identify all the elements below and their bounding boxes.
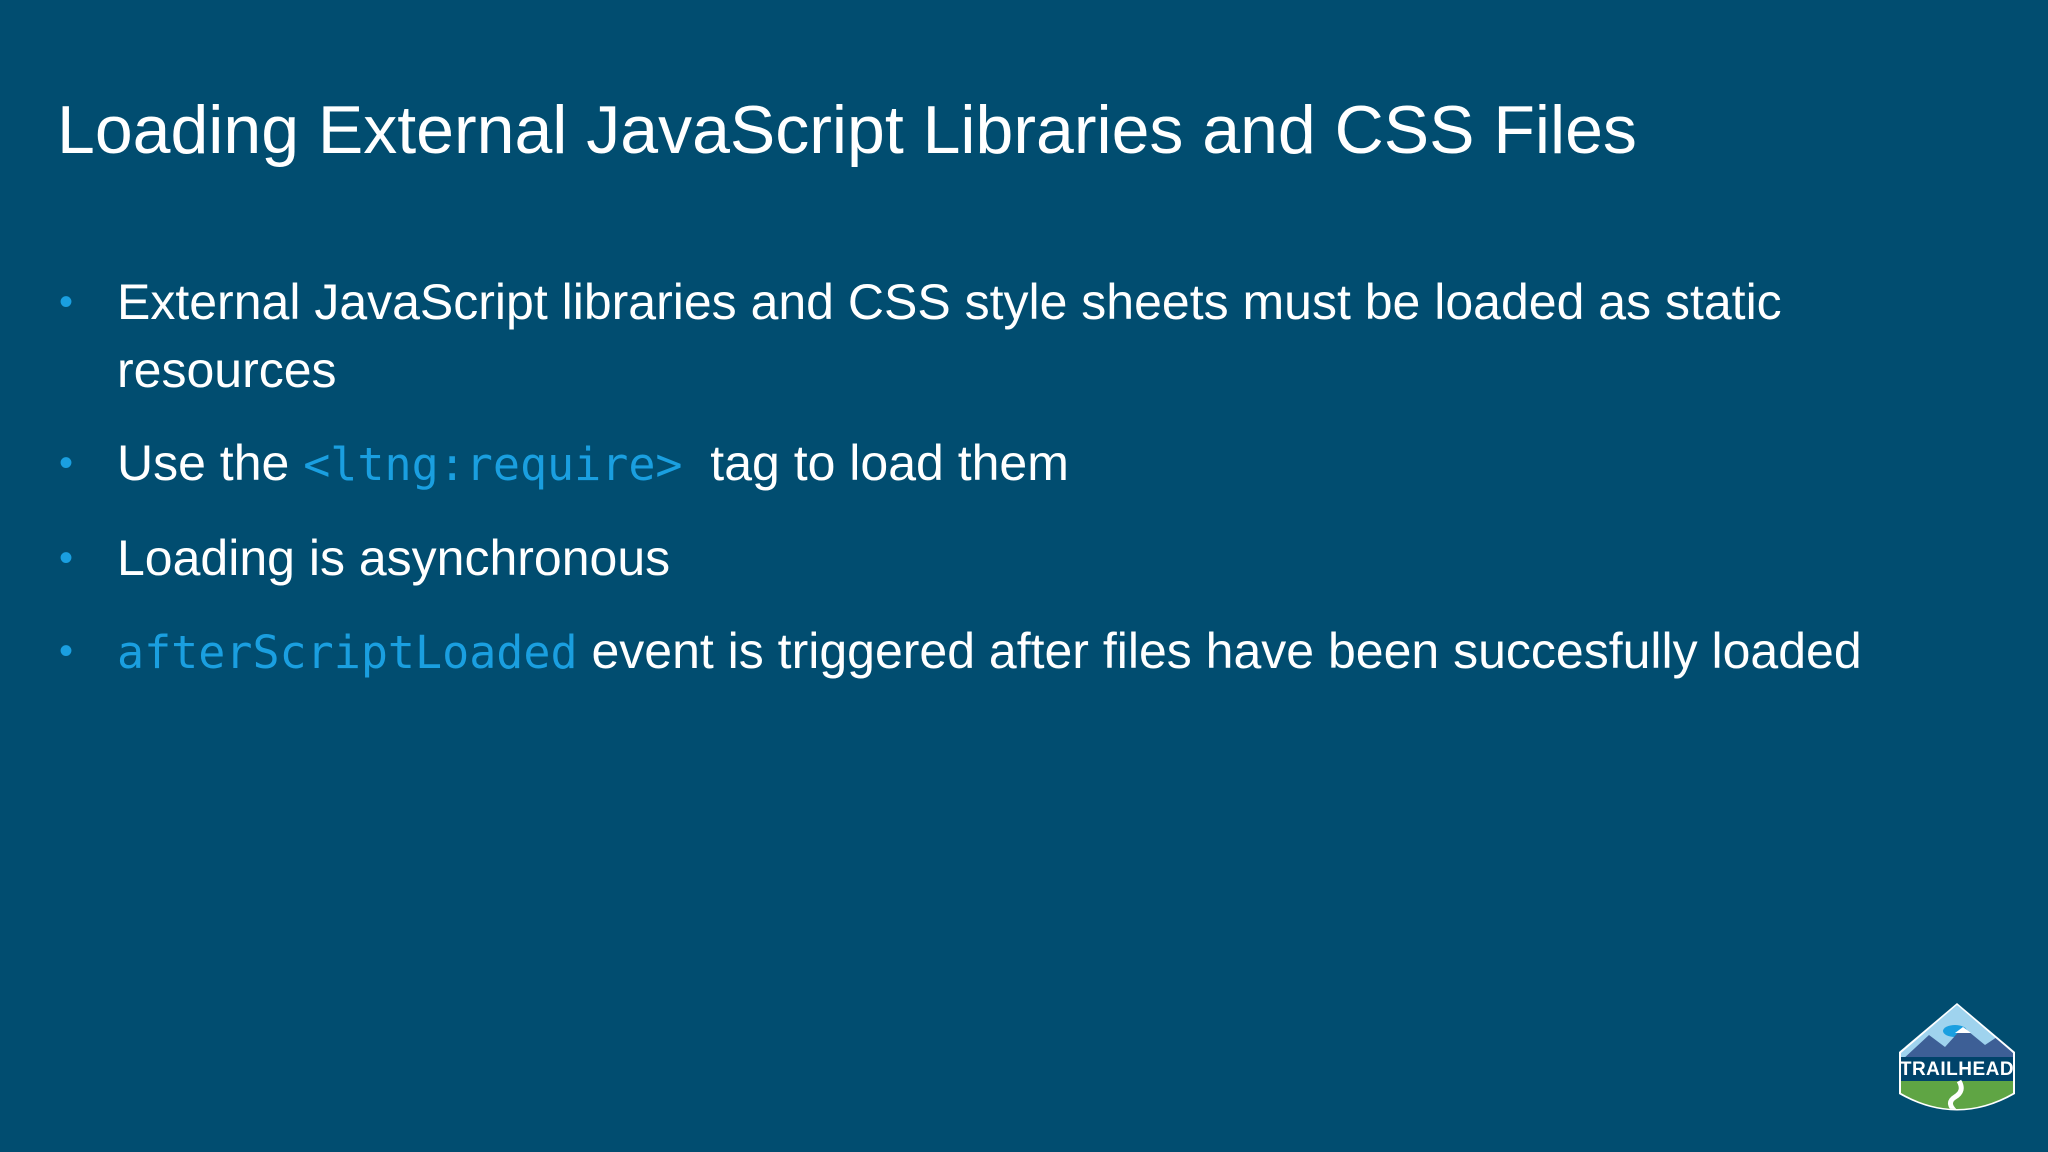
- bullet-list: • External JavaScript libraries and CSS …: [57, 268, 1997, 712]
- bullet-dot-icon: •: [59, 629, 74, 673]
- slide-title: Loading External JavaScript Libraries an…: [57, 92, 1637, 168]
- slide: Loading External JavaScript Libraries an…: [0, 0, 2048, 1152]
- bullet-dot-icon: •: [59, 536, 74, 580]
- bullet-text: External JavaScript libraries and CSS st…: [117, 274, 1782, 398]
- logo-text: TRAILHEAD: [1899, 1059, 2015, 1080]
- bullet-text-prefix: Use the: [117, 435, 304, 491]
- bullet-text: Loading is asynchronous: [117, 530, 671, 586]
- trailhead-logo: TRAILHEAD: [1893, 1001, 2021, 1119]
- bullet-text-suffix: event is triggered after files have been…: [577, 623, 1862, 679]
- bullet-item: • External JavaScript libraries and CSS …: [57, 268, 1937, 404]
- bullet-item: • Loading is asynchronous: [57, 524, 1997, 592]
- bullet-item: • afterScriptLoaded event is triggered a…: [57, 617, 1997, 687]
- code-snippet: afterScriptLoaded: [117, 626, 578, 679]
- bullet-dot-icon: •: [59, 441, 74, 485]
- code-snippet: <ltng:require>: [303, 438, 683, 491]
- bullet-dot-icon: •: [59, 280, 74, 324]
- bullet-text-suffix: tag to load them: [682, 435, 1069, 491]
- bullet-item: • Use the <ltng:require> tag to load the…: [57, 429, 1997, 499]
